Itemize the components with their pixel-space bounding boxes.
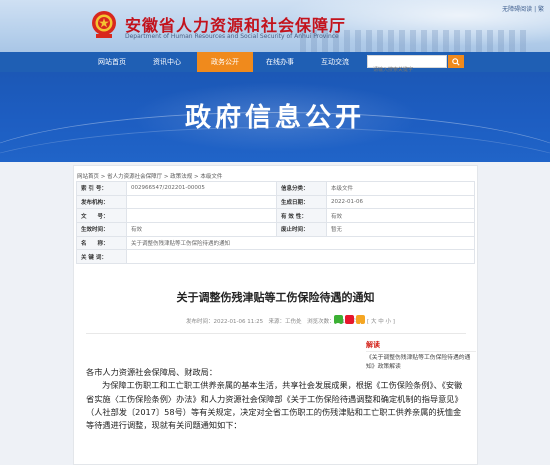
weibo-icon[interactable] — [345, 315, 354, 328]
meta-value: 关于调整伤残津贴等工伤保险待遇的通知 — [126, 235, 475, 251]
meta-value: 002966547/202201-00005 — [126, 181, 277, 196]
meta-label: 名 称： — [76, 235, 127, 251]
meta-label: 有 效 性： — [276, 208, 327, 224]
breadcrumb[interactable]: 网站首页 > 省人力资源社会保障厅 > 政策法规 > 本级文件 — [77, 172, 222, 180]
search-box — [367, 55, 447, 76]
interpretation-panel: 解读 《关于调整伤残津贴等工伤保险待遇的通知》政策解读 — [360, 333, 478, 389]
meta-value: 有效 — [326, 208, 475, 224]
meta-label: 文 号： — [76, 208, 127, 224]
wechat-icon[interactable] — [334, 315, 343, 328]
nav-item-interaction[interactable]: 互动交流 — [310, 52, 360, 72]
meta-value — [126, 249, 475, 265]
site-name-english: Department of Human Resources and Social… — [125, 33, 339, 40]
search-button[interactable] — [448, 55, 464, 68]
table-row: 发布机构： 生成日期： 2022-01-06 — [76, 194, 475, 210]
nav-item-online-service[interactable]: 在线办事 — [255, 52, 305, 72]
meta-label: 信息分类： — [276, 181, 327, 196]
nav-item-home[interactable]: 网站首页 — [87, 52, 137, 72]
divider — [366, 351, 476, 352]
table-row: 文 号： 有 效 性： 有效 — [76, 208, 475, 224]
meta-value — [126, 194, 277, 210]
page-banner: 政府信息公开 — [0, 72, 550, 162]
nav-item-news[interactable]: 资讯中心 — [142, 52, 192, 72]
meta-value — [126, 208, 277, 224]
meta-label: 关 键 词： — [76, 249, 127, 265]
interpretation-title: 解读 — [366, 341, 380, 349]
meta-value: 暂无 — [326, 222, 475, 237]
document-meta-table: 索 引 号： 002966547/202201-00005 信息分类： 本级文件… — [76, 181, 475, 265]
meta-label: 生效时间： — [76, 222, 127, 237]
main-nav: 网站首页 资讯中心 政务公开 在线办事 互动交流 — [0, 52, 550, 72]
meta-value: 有效 — [126, 222, 277, 237]
qzone-icon[interactable] — [356, 315, 365, 329]
interpretation-link[interactable]: 《关于调整伤残津贴等工伤保险待遇的通知》政策解读 — [366, 354, 476, 371]
search-icon — [452, 57, 460, 66]
meta-label: 索 引 号： — [76, 181, 127, 196]
site-header: 安徽省人力资源和社会保障厅 Department of Human Resour… — [0, 0, 550, 52]
table-row: 名 称： 关于调整伤残津贴等工伤保险待遇的通知 — [76, 235, 475, 251]
banner-title: 政府信息公开 — [184, 103, 365, 133]
table-row: 生效时间： 有效 废止时间： 暂无 — [76, 222, 475, 237]
top-links[interactable]: 无障碍阅读 | 繁 — [502, 4, 544, 13]
meta-label: 废止时间： — [276, 222, 327, 237]
meta-value: 2022-01-06 — [326, 194, 475, 210]
table-row: 关 键 词： — [76, 249, 475, 265]
meta-label: 生成日期： — [276, 194, 327, 210]
meta-value: 本级文件 — [326, 181, 475, 196]
meta-label: 发布机构： — [76, 194, 127, 210]
nav-item-gov-info[interactable]: 政务公开 — [197, 52, 253, 72]
document-title: 关于调整伤残津贴等工伤保险待遇的通知 — [176, 291, 375, 304]
table-row: 索 引 号： 002966547/202201-00005 信息分类： 本级文件 — [76, 181, 475, 196]
emblem-icon — [92, 11, 116, 38]
